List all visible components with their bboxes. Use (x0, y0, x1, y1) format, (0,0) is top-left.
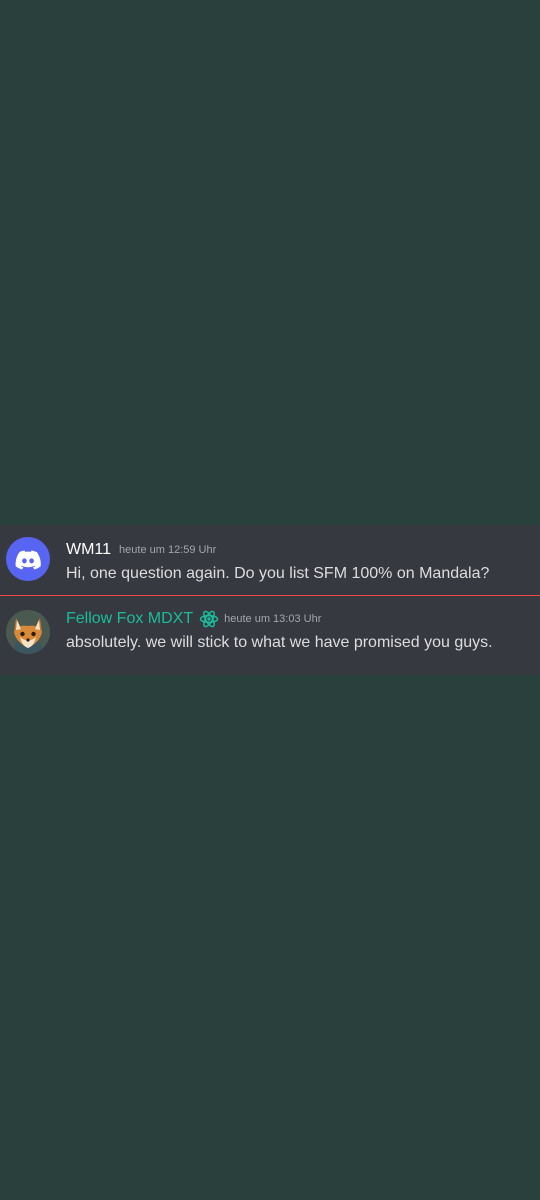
chat-message[interactable]: WM11 heute um 12:59 Uhr Hi, one question… (0, 525, 540, 595)
message-text: absolutely. we will stick to what we hav… (66, 634, 493, 651)
username[interactable]: Fellow Fox MDXT (66, 608, 193, 630)
chat-message[interactable]: Fellow Fox MDXT heute um 13:03 Uhr absol… (0, 597, 540, 675)
timestamp[interactable]: heute um 13:03 Uhr (224, 608, 321, 630)
avatar[interactable] (6, 537, 50, 581)
message-header: Fellow Fox MDXT heute um 13:03 Uhr (66, 608, 321, 630)
discord-logo-icon (15, 550, 41, 570)
atom-role-icon[interactable] (199, 609, 219, 629)
chat-message-panel: WM11 heute um 12:59 Uhr Hi, one question… (0, 525, 540, 675)
message-text: Hi, one question again. Do you list SFM … (66, 565, 490, 582)
avatar[interactable] (6, 610, 50, 654)
timestamp[interactable]: heute um 12:59 Uhr (119, 539, 216, 561)
username[interactable]: WM11 (66, 539, 111, 561)
new-messages-divider (0, 595, 540, 596)
fox-avatar-icon (6, 610, 50, 654)
message-header: WM11 heute um 12:59 Uhr (66, 539, 216, 561)
